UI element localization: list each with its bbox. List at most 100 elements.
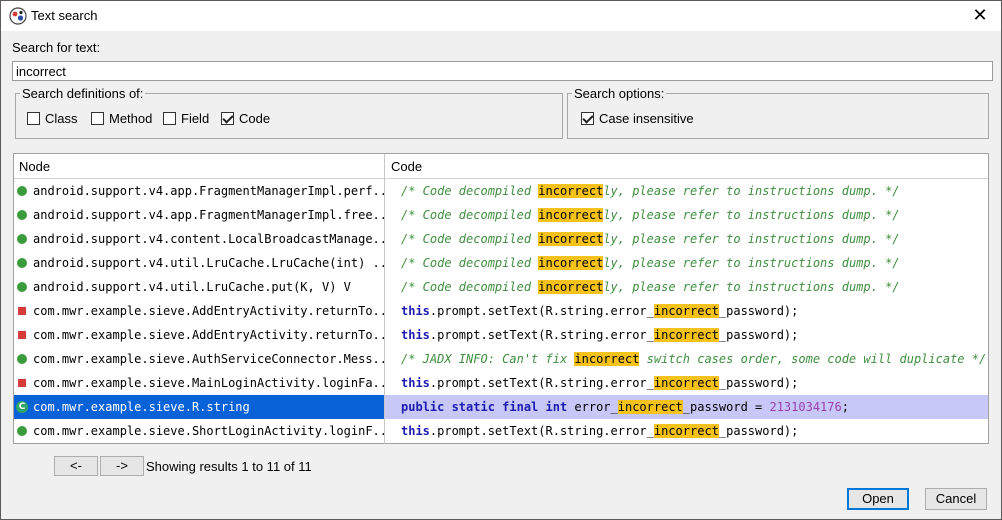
node-text: android.support.v4.util.LruCache.put(K, …	[33, 280, 351, 294]
node-cell[interactable]: com.mwr.example.sieve.ShortLoginActivity…	[14, 419, 384, 443]
match-highlight: incorrect	[538, 184, 604, 198]
table-row[interactable]: com.mwr.example.sieve.MainLoginActivity.…	[14, 371, 988, 395]
code-token: ;	[841, 400, 849, 414]
code-token: /* JADX INFO: Can't fix	[401, 352, 575, 366]
class-checkbox[interactable]: Class	[27, 111, 78, 126]
results-table: Node Code android.support.v4.app.Fragmen…	[13, 153, 989, 444]
title-bar: Text search ✕	[1, 1, 1001, 31]
code-token: this	[401, 328, 430, 342]
search-input[interactable]	[12, 61, 993, 81]
code-token: ly, please refer to instructions dump. *…	[603, 208, 900, 222]
code-cell[interactable]: this.prompt.setText(R.string.error_incor…	[385, 323, 988, 347]
results-status: Showing results 1 to 11 of 11	[146, 459, 312, 474]
code-column-header[interactable]: Code	[391, 159, 422, 174]
table-row[interactable]: com.mwr.example.sieve.AuthServiceConnect…	[14, 347, 988, 371]
code-cell[interactable]: /* Code decompiled incorrectly, please r…	[385, 203, 988, 227]
code-checkbox-label: Code	[239, 111, 271, 126]
table-row[interactable]: com.mwr.example.sieve.AddEntryActivity.r…	[14, 299, 988, 323]
method-private-icon	[18, 379, 26, 387]
table-row[interactable]: com.mwr.example.sieve.ShortLoginActivity…	[14, 419, 988, 443]
cancel-button[interactable]: Cancel	[925, 488, 987, 510]
close-icon[interactable]: ✕	[967, 3, 993, 27]
node-cell[interactable]: com.mwr.example.sieve.AddEntryActivity.r…	[14, 323, 384, 347]
node-cell[interactable]: com.mwr.example.sieve.AuthServiceConnect…	[14, 347, 384, 371]
match-highlight: incorrect	[653, 424, 719, 438]
match-highlight: incorrect	[574, 352, 640, 366]
code-cell[interactable]: this.prompt.setText(R.string.error_incor…	[385, 371, 988, 395]
node-cell[interactable]: android.support.v4.app.FragmentManagerIm…	[14, 179, 384, 203]
field-checkbox-label: Field	[181, 111, 210, 126]
table-row[interactable]: android.support.v4.util.LruCache.put(K, …	[14, 275, 988, 299]
method-public-icon	[17, 210, 27, 220]
next-page-button[interactable]: ->	[100, 456, 144, 476]
table-row[interactable]: android.support.v4.app.FragmentManagerIm…	[14, 203, 988, 227]
node-text: android.support.v4.content.LocalBroadcas…	[33, 232, 384, 246]
code-token: _password);	[718, 424, 799, 438]
field-checkbox[interactable]: Field	[163, 111, 209, 126]
table-row[interactable]: android.support.v4.content.LocalBroadcas…	[14, 227, 988, 251]
table-header: Node Code	[14, 154, 988, 179]
node-cell[interactable]: com.mwr.example.sieve.MainLoginActivity.…	[14, 371, 384, 395]
open-button[interactable]: Open	[847, 488, 909, 510]
code-token: _password);	[718, 376, 799, 390]
match-highlight: incorrect	[538, 208, 604, 222]
node-text: com.mwr.example.sieve.R.string	[33, 400, 250, 414]
window-title: Text search	[31, 8, 98, 23]
code-cell[interactable]: /* Code decompiled incorrectly, please r…	[385, 275, 988, 299]
code-checkbox-box[interactable]	[221, 112, 234, 125]
code-token: /* Code decompiled	[401, 280, 539, 294]
class-icon: C	[16, 401, 28, 413]
match-highlight: incorrect	[538, 280, 604, 294]
code-token: /* Code decompiled	[401, 232, 539, 246]
code-token: 2131034176	[769, 400, 842, 414]
text-search-dialog: Text search ✕ Search for text: Search de…	[0, 0, 1002, 520]
code-token: ly, please refer to instructions dump. *…	[603, 280, 900, 294]
code-cell[interactable]: this.prompt.setText(R.string.error_incor…	[385, 419, 988, 443]
code-token: .prompt.setText(R.string.error_	[429, 328, 654, 342]
node-cell[interactable]: com.mwr.example.sieve.AddEntryActivity.r…	[14, 299, 384, 323]
code-cell[interactable]: /* JADX INFO: Can't fix incorrect switch…	[385, 347, 988, 371]
node-cell[interactable]: android.support.v4.content.LocalBroadcas…	[14, 227, 384, 251]
node-text: android.support.v4.app.FragmentManagerIm…	[33, 184, 384, 198]
search-label: Search for text:	[12, 40, 101, 55]
node-cell[interactable]: android.support.v4.app.FragmentManagerIm…	[14, 203, 384, 227]
code-checkbox[interactable]: Code	[221, 111, 270, 126]
code-token: ly, please refer to instructions dump. *…	[603, 256, 900, 270]
class-checkbox-box[interactable]	[27, 112, 40, 125]
code-cell[interactable]: this.prompt.setText(R.string.error_incor…	[385, 299, 988, 323]
case-insensitive-checkbox-box[interactable]	[581, 112, 594, 125]
code-cell[interactable]: public static final int error_incorrect_…	[385, 395, 988, 419]
code-cell[interactable]: /* Code decompiled incorrectly, please r…	[385, 179, 988, 203]
field-checkbox-box[interactable]	[163, 112, 176, 125]
code-token: _password =	[682, 400, 770, 414]
code-token: _password);	[718, 328, 799, 342]
code-token: this	[401, 304, 430, 318]
node-cell[interactable]: Ccom.mwr.example.sieve.R.string	[14, 395, 384, 419]
node-text: android.support.v4.util.LruCache.LruCach…	[33, 256, 384, 270]
method-public-icon	[17, 426, 27, 436]
node-cell[interactable]: android.support.v4.util.LruCache.put(K, …	[14, 275, 384, 299]
search-definitions-legend: Search definitions of:	[22, 86, 144, 101]
code-cell[interactable]: /* Code decompiled incorrectly, please r…	[385, 227, 988, 251]
method-private-icon	[18, 331, 26, 339]
table-row[interactable]: android.support.v4.util.LruCache.LruCach…	[14, 251, 988, 275]
case-insensitive-checkbox[interactable]: Case insensitive	[581, 111, 694, 126]
node-text: com.mwr.example.sieve.AddEntryActivity.r…	[33, 304, 384, 318]
table-row[interactable]: android.support.v4.app.FragmentManagerIm…	[14, 179, 988, 203]
node-text: com.mwr.example.sieve.AuthServiceConnect…	[33, 352, 384, 366]
table-row[interactable]: Ccom.mwr.example.sieve.R.string public st…	[14, 395, 988, 419]
table-row[interactable]: com.mwr.example.sieve.AddEntryActivity.r…	[14, 323, 988, 347]
match-highlight: incorrect	[653, 328, 719, 342]
node-cell[interactable]: android.support.v4.util.LruCache.LruCach…	[14, 251, 384, 275]
code-token: error_	[567, 400, 618, 414]
node-column-header[interactable]: Node	[19, 159, 50, 174]
class-checkbox-label: Class	[45, 111, 78, 126]
method-checkbox[interactable]: Method	[91, 111, 152, 126]
prev-page-button[interactable]: <-	[54, 456, 98, 476]
code-token: this	[401, 424, 430, 438]
code-token: .prompt.setText(R.string.error_	[429, 376, 654, 390]
code-token: /* Code decompiled	[401, 184, 539, 198]
code-token: this	[401, 376, 430, 390]
method-checkbox-box[interactable]	[91, 112, 104, 125]
code-cell[interactable]: /* Code decompiled incorrectly, please r…	[385, 251, 988, 275]
